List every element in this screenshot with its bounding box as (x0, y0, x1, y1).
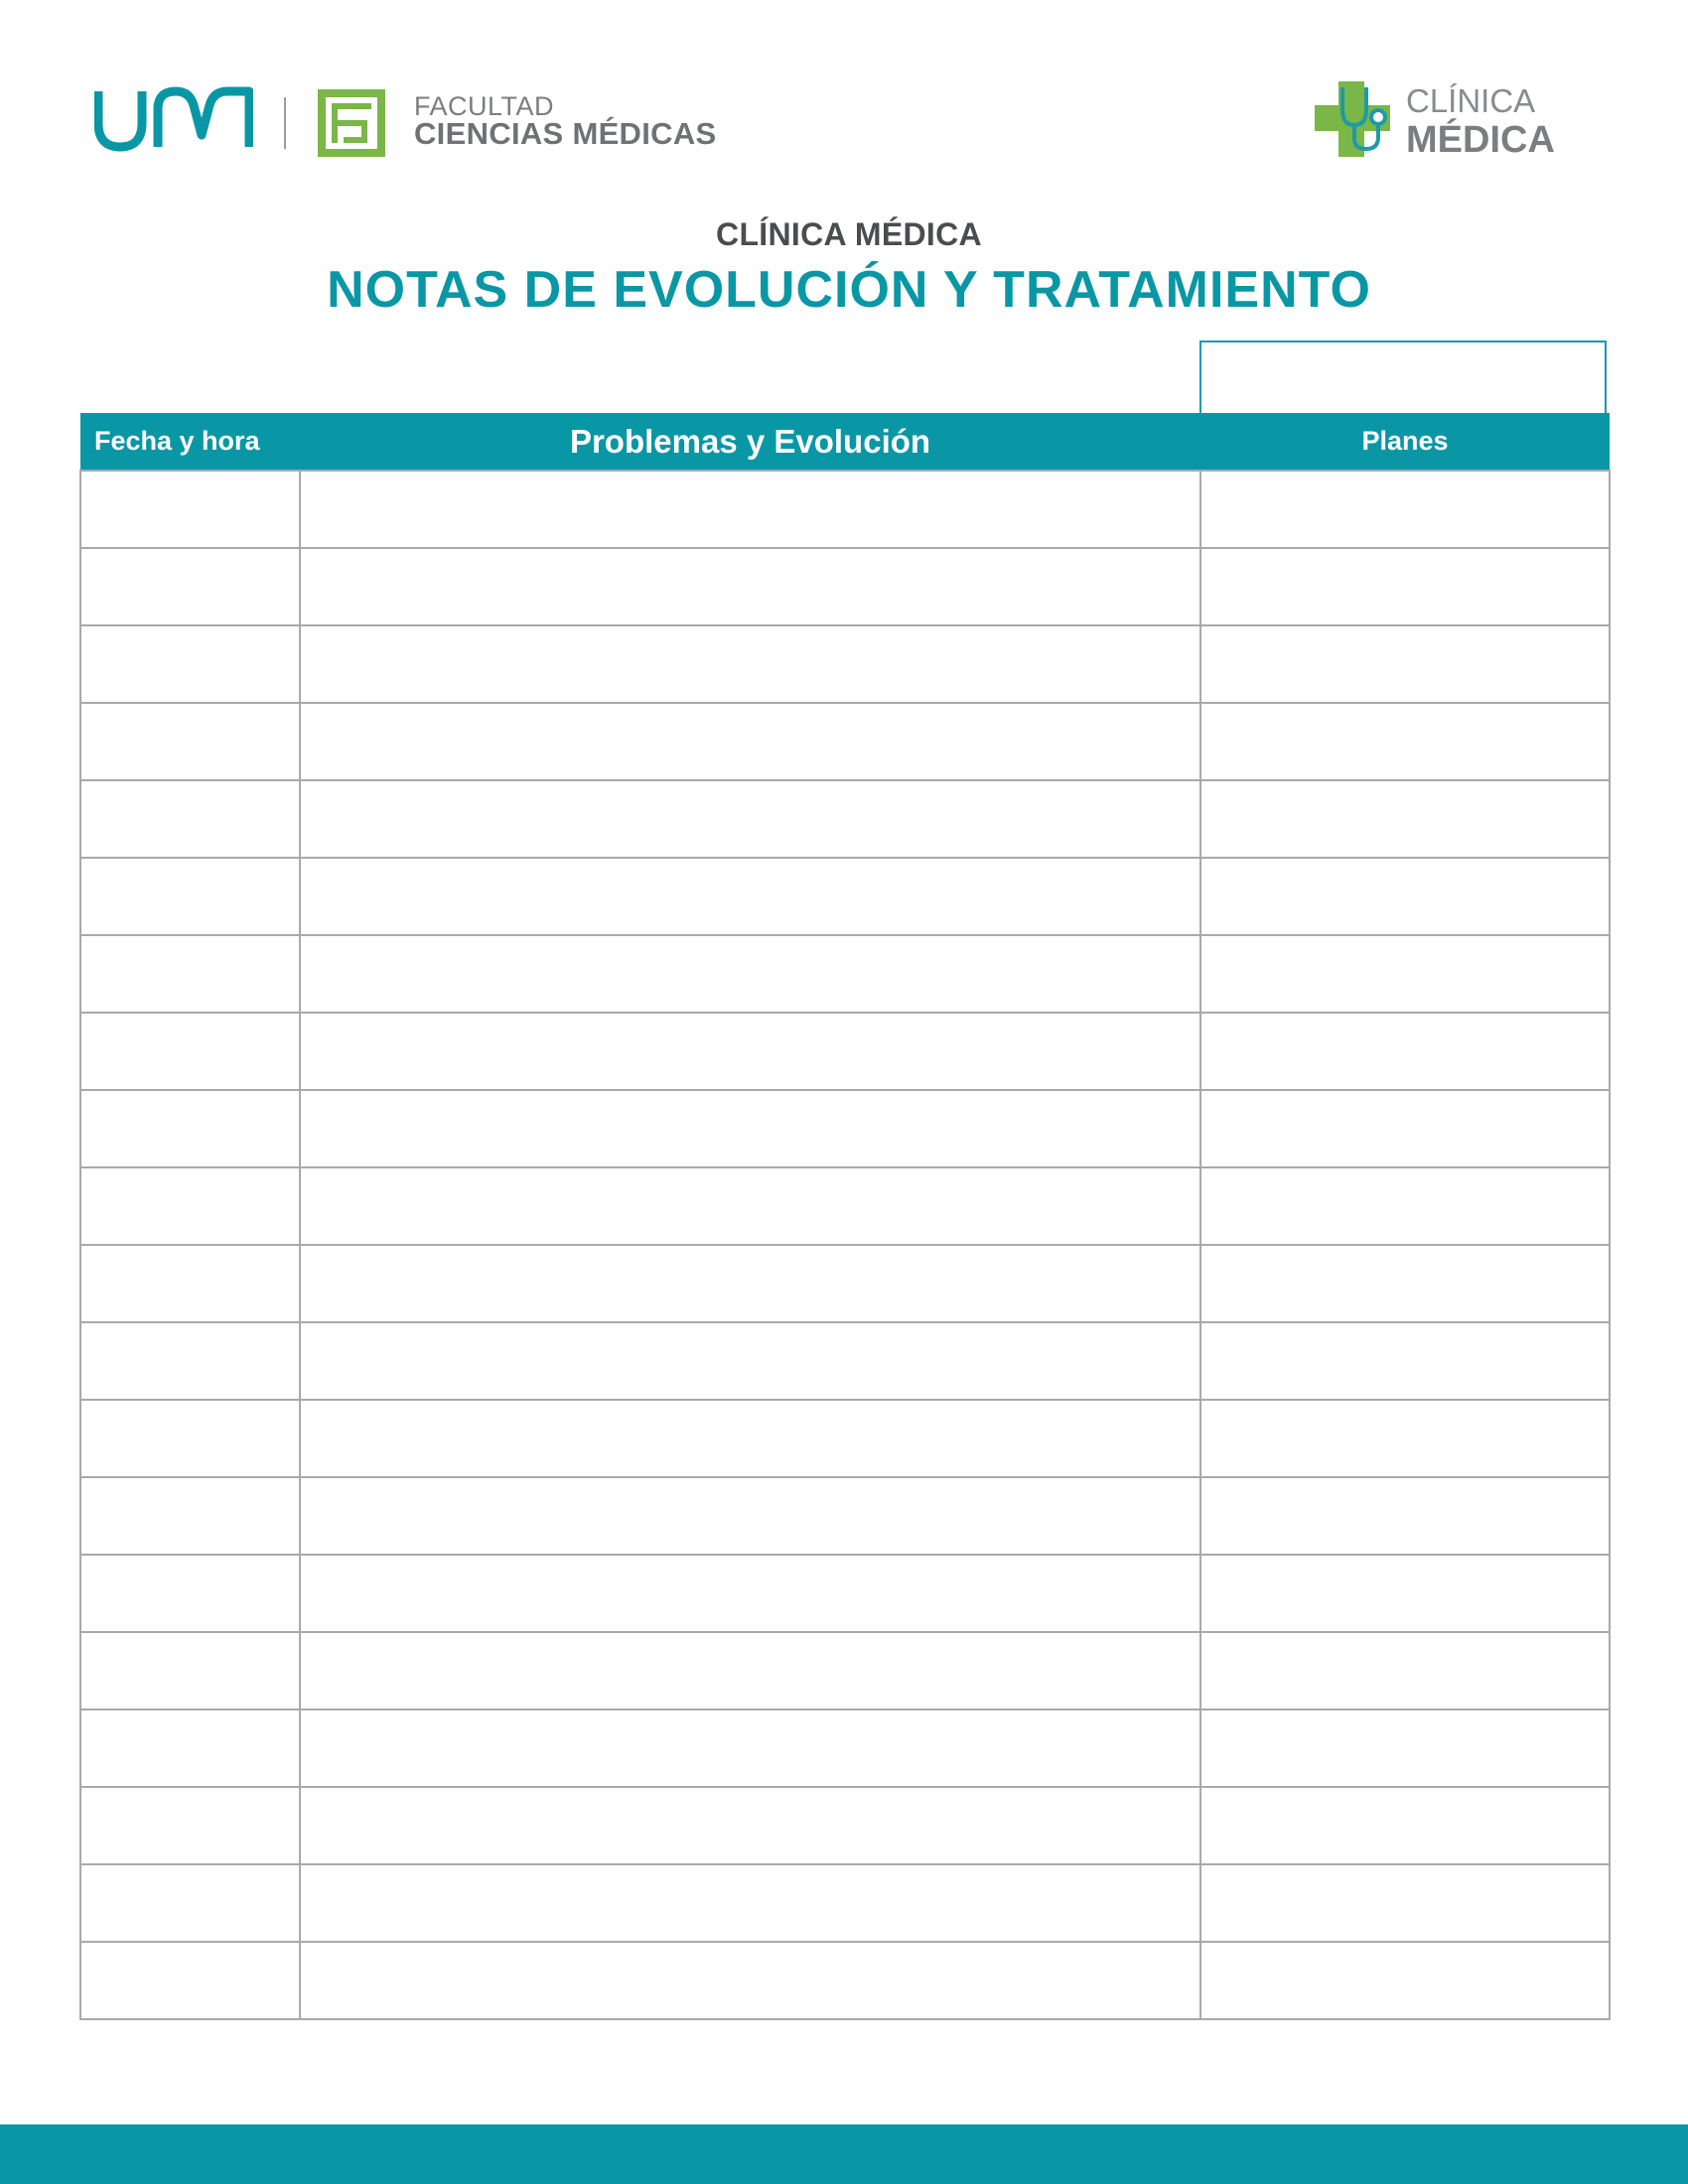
problems-evolution-cell[interactable] (299, 1321, 1201, 1401)
problems-evolution-cell[interactable] (299, 1631, 1201, 1710)
plans-cell[interactable] (1199, 779, 1611, 859)
table-row (79, 857, 1611, 936)
plans-cell[interactable] (1199, 1166, 1611, 1246)
uam-logo (94, 86, 253, 152)
faculty-name: CIENCIAS MÉDICAS (414, 116, 717, 151)
column-header-problems-evolution: Problemas y Evolución (300, 413, 1200, 471)
plans-cell[interactable] (1199, 1941, 1611, 2020)
date-time-cell[interactable] (79, 1321, 301, 1401)
date-time-cell[interactable] (79, 470, 301, 549)
table-body (79, 470, 1611, 2020)
table-header-row: Fecha y hora Problemas y Evolución Plane… (80, 413, 1610, 471)
facultad-logo-mark (318, 89, 385, 157)
plans-cell[interactable] (1199, 624, 1611, 704)
document-title: NOTAS DE EVOLUCIÓN Y TRATAMIENTO (327, 261, 1371, 319)
table-row (79, 1321, 1611, 1401)
plans-cell[interactable] (1199, 470, 1611, 549)
table-row (79, 1786, 1611, 1865)
date-time-cell[interactable] (79, 624, 301, 704)
problems-evolution-cell[interactable] (299, 1708, 1201, 1788)
plans-cell[interactable] (1199, 1012, 1611, 1091)
plans-cell[interactable] (1199, 1863, 1611, 1943)
date-time-cell[interactable] (79, 1166, 301, 1246)
problems-evolution-cell[interactable] (299, 1476, 1201, 1556)
table-row (79, 702, 1611, 781)
plans-cell[interactable] (1199, 547, 1611, 626)
problems-evolution-cell[interactable] (299, 779, 1201, 859)
problems-evolution-cell[interactable] (299, 1863, 1201, 1943)
table-row (79, 624, 1611, 704)
date-time-cell[interactable] (79, 857, 301, 936)
date-time-cell[interactable] (79, 1089, 301, 1168)
plans-cell[interactable] (1199, 1786, 1611, 1865)
problems-evolution-cell[interactable] (299, 470, 1201, 549)
clinic-label: CLÍNICA (1406, 82, 1536, 119)
notes-table: Fecha y hora Problemas y Evolución Plane… (79, 413, 1611, 2020)
date-time-cell[interactable] (79, 1554, 301, 1633)
table-row (79, 1399, 1611, 1478)
plans-cell[interactable] (1199, 1089, 1611, 1168)
date-time-cell[interactable] (79, 934, 301, 1014)
plans-cell[interactable] (1199, 934, 1611, 1014)
plans-cell[interactable] (1199, 1476, 1611, 1556)
column-header-plans: Planes (1200, 413, 1610, 471)
date-time-cell[interactable] (79, 1863, 301, 1943)
column-header-date-time: Fecha y hora (80, 413, 300, 471)
problems-evolution-cell[interactable] (299, 1089, 1201, 1168)
problems-evolution-cell[interactable] (299, 857, 1201, 936)
plans-cell[interactable] (1199, 1554, 1611, 1633)
date-time-cell[interactable] (79, 1012, 301, 1091)
table-row (79, 470, 1611, 549)
clinic-cross-stethoscope-icon (1315, 81, 1390, 157)
plans-cell[interactable] (1199, 1399, 1611, 1478)
plans-cell[interactable] (1199, 1708, 1611, 1788)
date-time-cell[interactable] (79, 1476, 301, 1556)
table-row (79, 1089, 1611, 1168)
problems-evolution-cell[interactable] (299, 1012, 1201, 1091)
document-subtitle: CLÍNICA MÉDICA (716, 216, 982, 252)
date-time-cell[interactable] (79, 1786, 301, 1865)
problems-evolution-cell[interactable] (299, 1244, 1201, 1323)
problems-evolution-cell[interactable] (299, 624, 1201, 704)
table-row (79, 1476, 1611, 1556)
plans-cell[interactable] (1199, 702, 1611, 781)
problems-evolution-cell[interactable] (299, 1941, 1201, 2020)
problems-evolution-cell[interactable] (299, 1786, 1201, 1865)
date-time-cell[interactable] (79, 1399, 301, 1478)
table-row (79, 1554, 1611, 1633)
plans-cell[interactable] (1199, 1631, 1611, 1710)
plans-cell[interactable] (1199, 1244, 1611, 1323)
table-row (79, 934, 1611, 1014)
table-row (79, 779, 1611, 859)
date-time-cell[interactable] (79, 547, 301, 626)
table-row (79, 1941, 1611, 2020)
problems-evolution-cell[interactable] (299, 702, 1201, 781)
logo-divider (284, 97, 286, 149)
table-row (79, 1166, 1611, 1246)
problems-evolution-cell[interactable] (299, 1166, 1201, 1246)
table-row (79, 1244, 1611, 1323)
plans-cell[interactable] (1199, 1321, 1611, 1401)
table-row (79, 1708, 1611, 1788)
date-time-cell[interactable] (79, 779, 301, 859)
table-row (79, 1863, 1611, 1943)
date-time-cell[interactable] (79, 1631, 301, 1710)
clinic-name: MÉDICA (1406, 119, 1555, 161)
date-time-cell[interactable] (79, 1708, 301, 1788)
problems-evolution-cell[interactable] (299, 934, 1201, 1014)
table-row (79, 547, 1611, 626)
problems-evolution-cell[interactable] (299, 1399, 1201, 1478)
plans-cell[interactable] (1199, 857, 1611, 936)
problems-evolution-cell[interactable] (299, 1554, 1201, 1633)
footer-bar (0, 2124, 1688, 2184)
date-time-cell[interactable] (79, 702, 301, 781)
table-row (79, 1631, 1611, 1710)
problems-evolution-cell[interactable] (299, 547, 1201, 626)
date-time-cell[interactable] (79, 1244, 301, 1323)
table-row (79, 1012, 1611, 1091)
id-entry-box[interactable] (1199, 341, 1607, 413)
date-time-cell[interactable] (79, 1941, 301, 2020)
